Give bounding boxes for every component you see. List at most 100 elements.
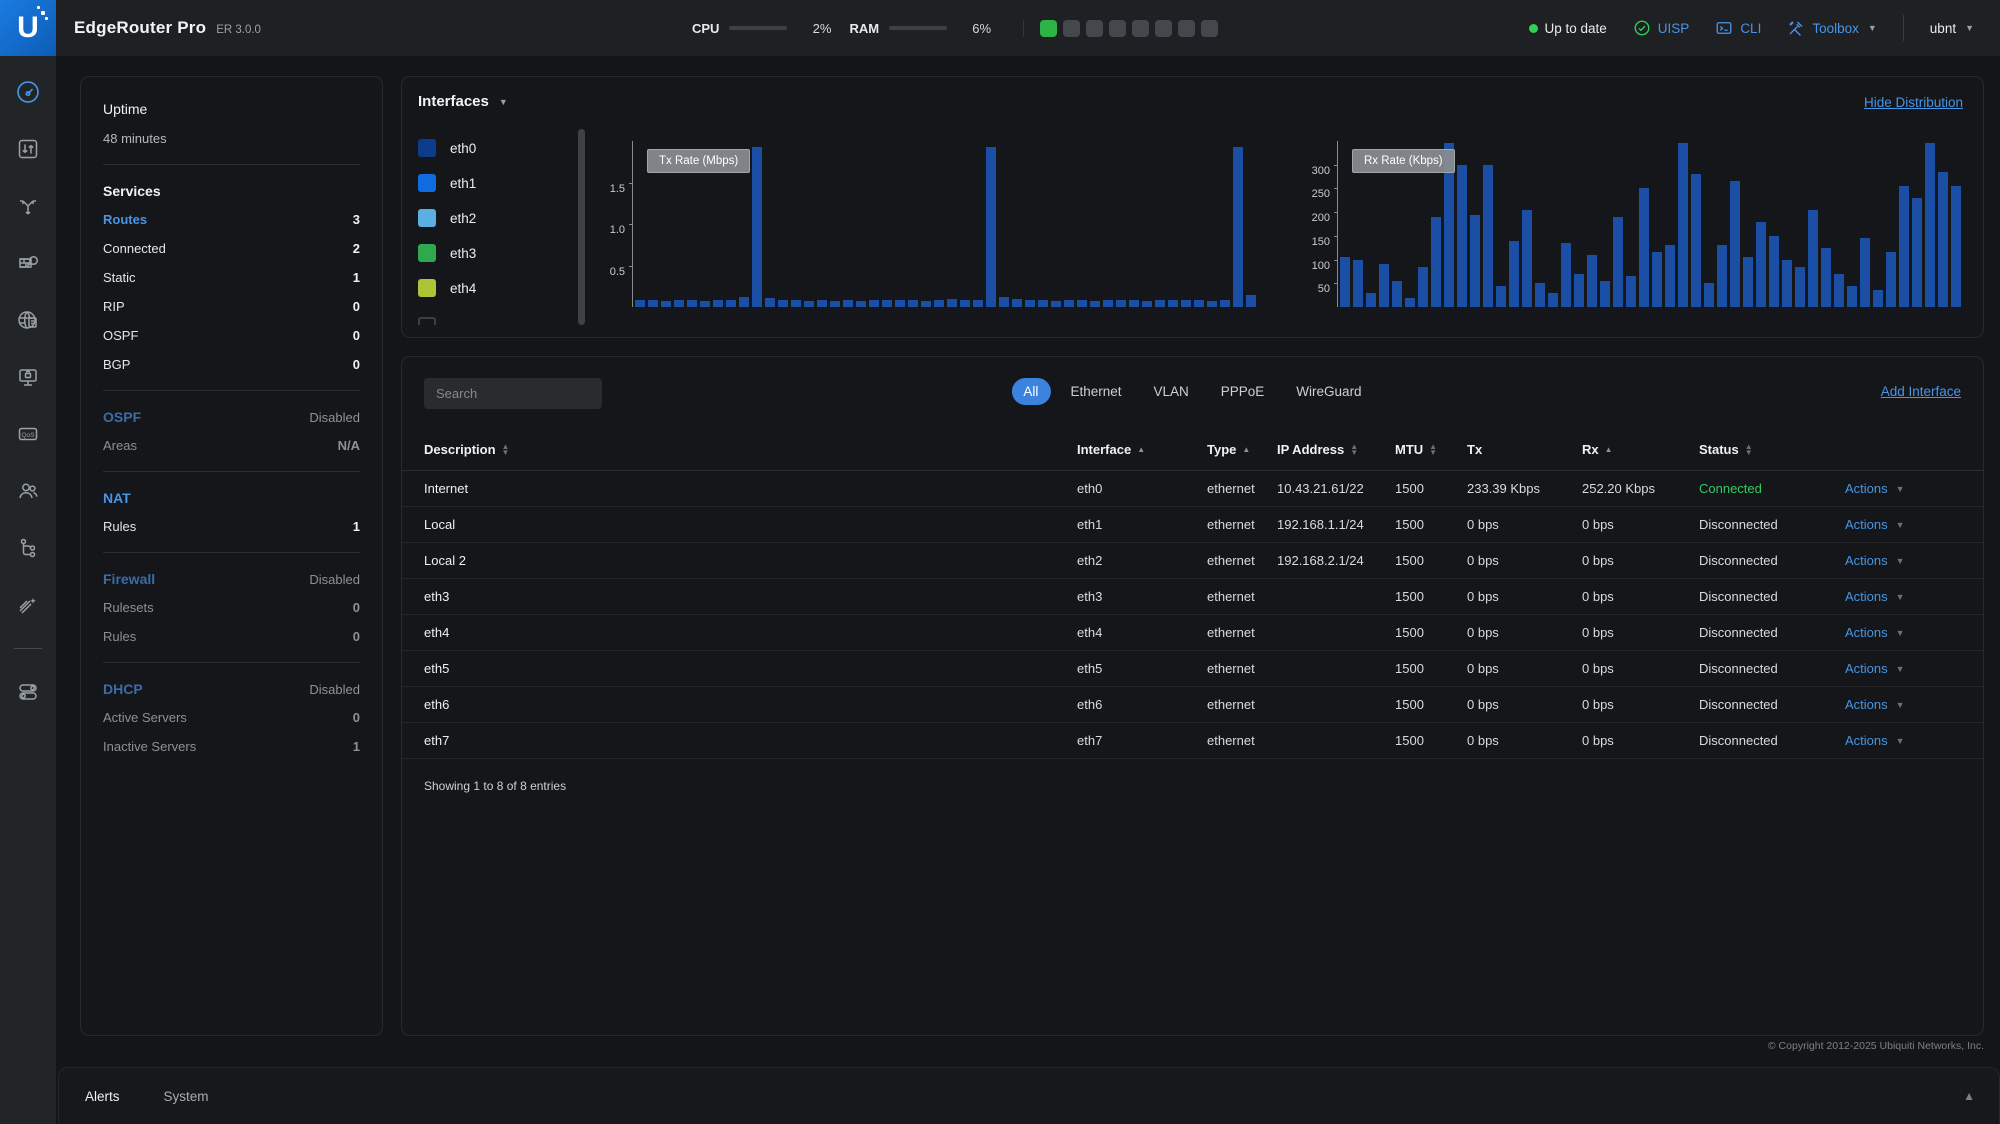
bottombar-tab-system[interactable]: System [164, 1089, 209, 1104]
chart-bar[interactable] [1431, 217, 1441, 307]
chart-bar[interactable] [1600, 281, 1610, 307]
chart-bar[interactable] [1233, 147, 1243, 307]
chart-bar[interactable] [1246, 295, 1256, 307]
actions-dropdown[interactable]: Actions▼ [1845, 517, 1961, 532]
chart-bar[interactable] [1587, 255, 1597, 307]
chart-bar[interactable] [648, 300, 658, 307]
chart-bar[interactable] [1168, 300, 1178, 307]
section-title[interactable]: OSPF [103, 409, 141, 425]
collapse-chevron-icon[interactable]: ▲ [1963, 1089, 1975, 1103]
bottombar-tab-alerts[interactable]: Alerts [85, 1089, 120, 1104]
chart-bar[interactable] [1064, 300, 1074, 307]
chart-bar[interactable] [1457, 165, 1467, 307]
chart-bar[interactable] [1912, 198, 1922, 307]
chart-bar[interactable] [960, 300, 970, 307]
legend-item-eth2[interactable]: eth2 [418, 209, 476, 227]
chart-bar[interactable] [674, 300, 684, 307]
chart-bar[interactable] [1769, 236, 1779, 307]
chart-bar[interactable] [1548, 293, 1558, 307]
chart-bar[interactable] [999, 297, 1009, 307]
chart-bar[interactable] [1782, 260, 1792, 307]
chart-bar[interactable] [1353, 260, 1363, 307]
chart-bar[interactable] [1808, 210, 1818, 307]
actions-dropdown[interactable]: Actions▼ [1845, 733, 1961, 748]
chart-bar[interactable] [726, 300, 736, 307]
hide-distribution-link[interactable]: Hide Distribution [1864, 95, 1963, 110]
section-title[interactable]: NAT [103, 490, 131, 506]
chart-bar[interactable] [1639, 188, 1649, 307]
column-header-status[interactable]: Status▲▼ [1699, 442, 1845, 457]
chart-bar[interactable] [1717, 245, 1727, 307]
chart-bar[interactable] [1509, 241, 1519, 307]
chart-bar[interactable] [1129, 300, 1139, 307]
chart-bar[interactable] [830, 301, 840, 307]
chart-bar[interactable] [1691, 174, 1701, 307]
chart-bar[interactable] [661, 301, 671, 307]
chart-bar[interactable] [1886, 252, 1896, 307]
column-header-rx[interactable]: Rx▲ [1582, 442, 1699, 457]
column-header-interface[interactable]: Interface▲ [1077, 442, 1207, 457]
chart-bar[interactable] [1340, 257, 1350, 307]
chart-bar[interactable] [921, 301, 931, 307]
chart-bar[interactable] [1743, 257, 1753, 307]
chart-bar[interactable] [1181, 300, 1191, 307]
chart-bar[interactable] [1483, 165, 1493, 307]
chart-bar[interactable] [1392, 281, 1402, 307]
chart-bar[interactable] [843, 300, 853, 307]
chart-bar[interactable] [1860, 238, 1870, 307]
chart-bar[interactable] [817, 300, 827, 307]
chart-bar[interactable] [1899, 186, 1909, 307]
chart-bar[interactable] [1012, 299, 1022, 307]
chart-bar[interactable] [1194, 300, 1204, 307]
chart-bar[interactable] [1626, 276, 1636, 307]
actions-dropdown[interactable]: Actions▼ [1845, 553, 1961, 568]
chart-bar[interactable] [700, 301, 710, 307]
legend-scrollbar[interactable] [578, 129, 585, 325]
column-header-mtu[interactable]: MTU▲▼ [1395, 442, 1467, 457]
chart-bar[interactable] [1847, 286, 1857, 307]
sidebar-item-users[interactable] [14, 477, 42, 505]
actions-dropdown[interactable]: Actions▼ [1845, 481, 1961, 496]
chart-bar[interactable] [882, 300, 892, 307]
tab-wireguard[interactable]: WireGuard [1284, 378, 1373, 405]
chart-bar[interactable] [986, 147, 996, 307]
actions-dropdown[interactable]: Actions▼ [1845, 589, 1961, 604]
section-title[interactable]: Firewall [103, 571, 155, 587]
column-header-type[interactable]: Type▲ [1207, 442, 1277, 457]
cli-button[interactable]: CLI [1715, 19, 1761, 37]
tab-pppoe[interactable]: PPPoE [1209, 378, 1277, 405]
chart-bar[interactable] [1025, 300, 1035, 307]
chevron-down-icon[interactable]: ▼ [499, 97, 508, 107]
chart-bar[interactable] [1665, 245, 1675, 307]
chart-bar[interactable] [1834, 274, 1844, 307]
chart-bar[interactable] [1704, 283, 1714, 307]
actions-dropdown[interactable]: Actions▼ [1845, 661, 1961, 676]
sidebar-item-dashboard[interactable] [14, 78, 42, 106]
chart-bar[interactable] [1077, 300, 1087, 307]
chart-bar[interactable] [1496, 286, 1506, 307]
chart-bar[interactable] [1142, 301, 1152, 307]
chart-bar[interactable] [739, 297, 749, 307]
sidebar-item-services[interactable] [14, 306, 42, 334]
sidebar-item-firewall[interactable] [14, 249, 42, 277]
sidebar-item-routing[interactable] [14, 192, 42, 220]
chart-bar[interactable] [973, 300, 983, 307]
chart-bar[interactable] [934, 300, 944, 307]
chart-bar[interactable] [1379, 264, 1389, 307]
chart-bar[interactable] [635, 300, 645, 307]
chart-bar[interactable] [895, 300, 905, 307]
chart-bar[interactable] [1470, 215, 1480, 307]
chart-bar[interactable] [791, 300, 801, 307]
chart-bar[interactable] [1535, 283, 1545, 307]
user-menu[interactable]: ubnt ▼ [1930, 21, 1974, 36]
search-input[interactable] [424, 378, 602, 409]
chart-bar[interactable] [1051, 301, 1061, 307]
chart-bar[interactable] [1574, 274, 1584, 307]
toolbox-dropdown[interactable]: Toolbox ▼ [1787, 19, 1876, 37]
sidebar-item-config-tree[interactable] [14, 534, 42, 562]
section-title[interactable]: DHCP [103, 681, 143, 697]
chart-bar[interactable] [947, 299, 957, 307]
chart-bar[interactable] [1730, 181, 1740, 307]
sidebar-item-traffic[interactable] [14, 135, 42, 163]
chart-bar[interactable] [752, 147, 762, 307]
